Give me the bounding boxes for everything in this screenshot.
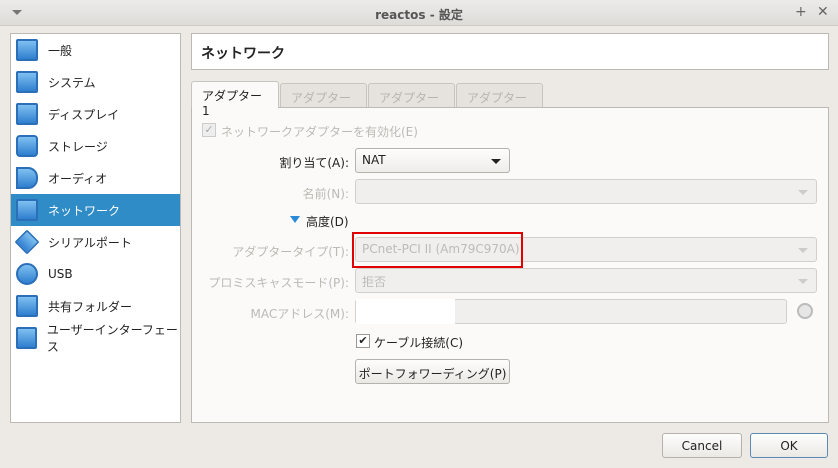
sidebar-item-audio[interactable]: オーディオ (11, 162, 180, 194)
chevron-down-icon (798, 190, 808, 195)
sidebar-item-label: ユーザーインターフェース (46, 323, 178, 354)
settings-sidebar: 一般 システム ディスプレイ ストレージ オーディオ ネットワーク シリアルポー… (10, 33, 181, 423)
sidebar-item-user-interface[interactable]: ユーザーインターフェース (11, 322, 180, 354)
tab-adapter-3[interactable]: アダプター 3 (368, 83, 455, 120)
promiscuous-mode-value: 拒否 (362, 275, 387, 289)
sidebar-item-label: システム (48, 75, 96, 90)
mac-address-input[interactable] (355, 299, 787, 324)
adapter-type-label: アダプタータイプ(T): (232, 245, 349, 259)
expand-triangle-icon[interactable] (290, 216, 300, 223)
ui-icon (16, 327, 37, 349)
attached-to-value: NAT (362, 153, 386, 167)
sidebar-item-shared-folders[interactable]: 共有フォルダー (11, 290, 180, 322)
sidebar-item-label: 一般 (48, 43, 73, 58)
promiscuous-mode-label: プロミスキャスモード(P): (208, 276, 349, 290)
sidebar-item-usb[interactable]: USB (11, 258, 180, 290)
sidebar-item-system[interactable]: システム (11, 66, 180, 98)
promiscuous-mode-select[interactable]: 拒否 (355, 268, 817, 293)
chevron-down-icon (491, 159, 501, 164)
cancel-button[interactable]: Cancel (662, 433, 742, 458)
maximize-icon[interactable]: + (795, 4, 807, 20)
advanced-toggle[interactable]: 高度(D) (306, 213, 349, 230)
chip-icon (16, 71, 38, 93)
sidebar-item-label: USB (48, 267, 73, 281)
chevron-down-icon (798, 248, 808, 253)
refresh-mac-icon[interactable] (797, 303, 813, 319)
attached-to-select[interactable]: NAT (355, 148, 510, 173)
attached-to-label: 割り当て(A): (279, 156, 349, 170)
enable-adapter-label: ネットワークアダプターを有効化(E) (221, 125, 418, 139)
name-label: 名前(N): (302, 187, 349, 201)
page-title: ネットワーク (191, 33, 829, 70)
sidebar-item-label: シリアルポート (48, 235, 132, 250)
title-bar: reactos - 設定 + ✕ (0, 0, 838, 26)
mac-address-label: MACアドレス(M): (250, 307, 350, 321)
tab-adapter-1[interactable]: アダプター 1 (191, 81, 279, 118)
sidebar-item-display[interactable]: ディスプレイ (11, 98, 180, 130)
port-forwarding-button[interactable]: ポートフォワーディング(P) (355, 359, 510, 384)
sidebar-item-serial-ports[interactable]: シリアルポート (11, 226, 180, 258)
sidebar-item-general[interactable]: 一般 (11, 34, 180, 66)
usb-icon (16, 263, 38, 285)
serial-port-icon (14, 229, 40, 255)
tab-adapter-4[interactable]: アダプター 4 (456, 83, 543, 120)
display-icon (16, 103, 38, 125)
sidebar-item-label: ディスプレイ (48, 107, 120, 122)
sidebar-item-storage[interactable]: ストレージ (11, 130, 180, 162)
sidebar-item-label: オーディオ (48, 171, 108, 186)
tab-adapter-2[interactable]: アダプター 2 (280, 83, 367, 120)
monitor-icon (16, 39, 38, 61)
name-select[interactable] (355, 179, 817, 204)
sidebar-item-label: ネットワーク (48, 203, 121, 218)
highlight-box (352, 232, 523, 268)
enable-adapter-checkbox[interactable]: ✓ (202, 123, 216, 137)
folder-icon (16, 295, 38, 317)
speaker-icon (16, 167, 38, 189)
ok-button[interactable]: OK (750, 433, 828, 458)
sidebar-item-label: ストレージ (48, 139, 108, 154)
close-icon[interactable]: ✕ (817, 4, 829, 20)
sidebar-item-label: 共有フォルダー (48, 299, 133, 314)
sidebar-item-network[interactable]: ネットワーク (11, 194, 180, 226)
network-icon (16, 199, 38, 221)
chevron-down-icon (798, 279, 808, 284)
mac-address-redaction (356, 299, 455, 324)
window-title: reactos - 設定 (375, 8, 463, 22)
disk-icon (16, 135, 38, 157)
cable-connected-checkbox[interactable]: ✔ (356, 334, 370, 348)
cable-connected-label: ケーブル接続(C) (374, 336, 464, 350)
